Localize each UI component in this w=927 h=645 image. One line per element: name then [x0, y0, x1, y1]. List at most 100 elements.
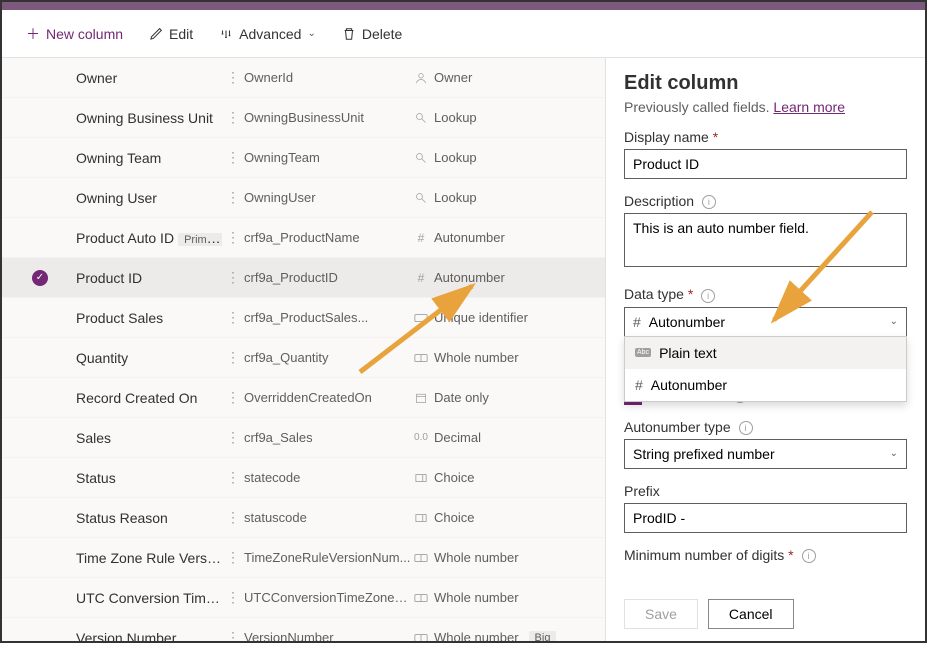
table-row[interactable]: Record Created On⋮OverriddenCreatedOnDat… — [2, 378, 605, 418]
logical-name: crf9a_ProductName — [244, 230, 414, 245]
logical-name: statuscode — [244, 510, 414, 525]
table-row[interactable]: Time Zone Rule Version Number⋮TimeZoneRu… — [2, 538, 605, 578]
row-menu-button[interactable]: ⋮ — [222, 469, 244, 486]
row-menu-button[interactable]: ⋮ — [222, 629, 244, 641]
table-row[interactable]: ✓Product ID⋮crf9a_ProductID#Autonumber — [2, 258, 605, 298]
row-menu-button[interactable]: ⋮ — [222, 269, 244, 286]
hash-icon: # — [414, 231, 428, 245]
column-name: Quantity — [32, 350, 222, 366]
edit-button[interactable]: Edit — [139, 20, 203, 48]
data-type: Whole number — [414, 350, 605, 365]
data-type: Whole number — [414, 550, 605, 565]
plus-icon: ＋ — [26, 27, 40, 41]
table-row[interactable]: Owning Team⋮OwningTeamLookup — [2, 138, 605, 178]
autonumber-type-select[interactable]: String prefixed number ⌄ — [624, 439, 907, 469]
chevron-down-icon: ⌄ — [890, 316, 898, 327]
row-menu-button[interactable]: ⋮ — [222, 589, 244, 606]
cancel-button[interactable]: Cancel — [708, 599, 794, 629]
column-name: Version Number — [32, 630, 222, 642]
row-menu-button[interactable]: ⋮ — [222, 509, 244, 526]
panel-subtitle: Previously called fields. Learn more — [624, 99, 907, 115]
data-type: #Autonumber — [414, 230, 605, 245]
table-row[interactable]: Owning User⋮OwningUserLookup — [2, 178, 605, 218]
column-name: Owning Team — [32, 150, 222, 166]
data-type-dropdown: Abc Plain text # Autonumber — [624, 336, 907, 402]
data-type: Whole number — [414, 590, 605, 605]
logical-name: crf9a_Quantity — [244, 350, 414, 365]
table-row[interactable]: Product Sales⋮crf9a_ProductSales...Uniqu… — [2, 298, 605, 338]
chevron-down-icon: ⌄ — [307, 28, 315, 39]
column-name: Product Sales — [32, 310, 222, 326]
date-icon — [414, 392, 428, 404]
row-menu-button[interactable]: ⋮ — [222, 389, 244, 406]
toolbar: ＋ New column Edit Advanced ⌄ Delete — [2, 10, 925, 58]
data-type: Date only — [414, 390, 605, 405]
description-input[interactable] — [624, 213, 907, 267]
pencil-icon — [149, 27, 163, 41]
row-menu-button[interactable]: ⋮ — [222, 189, 244, 206]
min-digits-label: Minimum number of digits * i — [624, 547, 907, 563]
row-menu-button[interactable]: ⋮ — [222, 109, 244, 126]
table-row[interactable]: Version Number⋮VersionNumberWhole number… — [2, 618, 605, 641]
whole-icon — [414, 553, 428, 563]
option-plain-text[interactable]: Abc Plain text — [625, 337, 906, 369]
row-menu-button[interactable]: ⋮ — [222, 549, 244, 566]
row-menu-button[interactable]: ⋮ — [222, 69, 244, 86]
column-name: Owner — [32, 70, 222, 86]
table-row[interactable]: Sales⋮crf9a_Sales0.0Decimal — [2, 418, 605, 458]
new-column-button[interactable]: ＋ New column — [16, 20, 133, 48]
data-type-select[interactable]: #Autonumber ⌄ Abc Plain text # Autonumbe… — [624, 307, 907, 337]
trash-icon — [342, 27, 356, 41]
advanced-button[interactable]: Advanced ⌄ — [209, 20, 326, 48]
info-icon[interactable]: i — [701, 289, 715, 303]
save-button[interactable]: Save — [624, 599, 698, 629]
row-menu-button[interactable]: ⋮ — [222, 309, 244, 326]
data-type: Lookup — [414, 150, 605, 165]
lookup-icon — [414, 112, 428, 124]
delete-button[interactable]: Delete — [332, 20, 412, 48]
row-menu-button[interactable]: ⋮ — [222, 149, 244, 166]
advanced-label: Advanced — [239, 26, 301, 42]
table-row[interactable]: UTC Conversion Time Zone Code...⋮UTCConv… — [2, 578, 605, 618]
data-type-label: Data type * i — [624, 286, 907, 302]
info-icon[interactable]: i — [739, 421, 753, 435]
info-icon[interactable]: i — [802, 549, 816, 563]
logical-name: OwningBusinessUnit — [244, 110, 414, 125]
display-name-input[interactable] — [624, 149, 907, 179]
row-menu-button[interactable]: ⋮ — [222, 229, 244, 246]
table-row[interactable]: Quantity⋮crf9a_QuantityWhole number — [2, 338, 605, 378]
data-type: Lookup — [414, 190, 605, 205]
check-icon: ✓ — [32, 270, 48, 286]
table-row[interactable]: Product Auto IDPrimary name colu⋮crf9a_P… — [2, 218, 605, 258]
choice-icon — [414, 473, 428, 483]
data-type: Lookup — [414, 110, 605, 125]
table-row[interactable]: Status⋮statecodeChoice — [2, 458, 605, 498]
learn-more-link[interactable]: Learn more — [773, 99, 845, 115]
abc-icon: Abc — [635, 348, 651, 357]
table-row[interactable]: Status Reason⋮statuscodeChoice — [2, 498, 605, 538]
column-name: Owning Business Unit — [32, 110, 222, 126]
edit-column-panel: Edit column Previously called fields. Le… — [605, 58, 925, 641]
prefix-input[interactable] — [624, 503, 907, 533]
column-name: Product Auto IDPrimary name colu — [32, 230, 222, 246]
whole-icon — [414, 353, 428, 363]
table-row[interactable]: Owning Business Unit⋮OwningBusinessUnitL… — [2, 98, 605, 138]
option-autonumber[interactable]: # Autonumber — [625, 369, 906, 401]
logical-name: OwnerId — [244, 70, 414, 85]
logical-name: UTCConversionTimeZoneC... — [244, 590, 414, 605]
info-icon[interactable]: i — [702, 195, 716, 209]
logical-name: VersionNumber — [244, 630, 414, 641]
table-row[interactable]: Owner⋮OwnerIdOwner — [2, 58, 605, 98]
logical-name: OwningTeam — [244, 150, 414, 165]
whole-icon — [414, 593, 428, 603]
row-menu-button[interactable]: ⋮ — [222, 349, 244, 366]
row-menu-button[interactable]: ⋮ — [222, 429, 244, 446]
hash-icon: # — [414, 271, 428, 285]
delete-label: Delete — [362, 26, 402, 42]
prefix-label: Prefix — [624, 483, 907, 499]
big-badge: Big — [529, 631, 557, 642]
data-type: Unique identifier — [414, 310, 605, 325]
dec-icon: 0.0 — [414, 432, 428, 443]
settings-icon — [219, 27, 233, 41]
logical-name: TimeZoneRuleVersionNum... — [244, 550, 414, 565]
